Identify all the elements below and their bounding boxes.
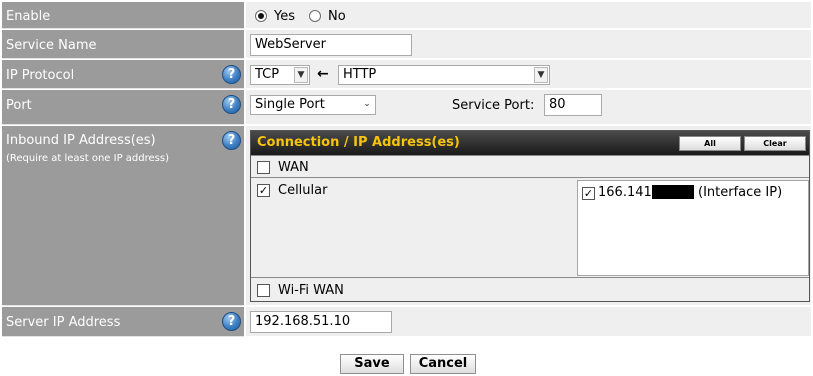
wan-label: WAN (278, 160, 309, 175)
server-ip-help-icon[interactable]: ? (222, 312, 241, 331)
ip-protocol-label: IP Protocol (6, 68, 75, 83)
port-type-select[interactable]: Single Port ⌄ (250, 95, 376, 115)
connection-table-header: Connection / IP Address(es) All Clear (251, 131, 809, 155)
inbound-label-cell: Inbound IP Address(es) (Require at least… (2, 126, 244, 306)
service-name-label: Service Name (6, 38, 97, 53)
server-ip-label: Server IP Address (6, 315, 121, 330)
connection-row-wan: WAN (251, 155, 809, 178)
protocol-select[interactable]: TCP ▼ (250, 65, 310, 85)
wifi-wan-checkbox[interactable] (257, 284, 270, 297)
service-port-label: Service Port: (452, 98, 535, 113)
save-button[interactable]: Save (340, 354, 404, 374)
enable-row: Enable Yes No (2, 2, 811, 29)
wan-checkbox[interactable] (257, 161, 270, 174)
cellular-checkbox[interactable]: ✓ (257, 184, 270, 197)
enable-no-radio[interactable] (309, 10, 321, 22)
server-ip-value-cell: 192.168.51.10 (246, 307, 811, 337)
ip-protocol-row: IP Protocol ? TCP ▼ ← HTTP ▼ (2, 60, 811, 89)
service-port-input[interactable]: 80 (544, 94, 602, 116)
cellular-ip-checkbox[interactable]: ✓ (582, 187, 595, 200)
protocol-preset-value: HTTP (343, 67, 377, 82)
service-name-label-cell: Service Name (2, 30, 244, 59)
port-type-value: Single Port (255, 97, 325, 112)
protocol-select-value: TCP (255, 67, 280, 82)
port-help-icon[interactable]: ? (222, 95, 241, 114)
enable-label-cell: Enable (2, 2, 244, 29)
ip-protocol-help-icon[interactable]: ? (222, 65, 241, 84)
interface-ip-label: (Interface IP) (698, 185, 783, 200)
connection-table-title: Connection / IP Address(es) (257, 135, 460, 150)
inbound-sublabel: (Require at least one IP address) (6, 153, 169, 164)
chevron-down-icon: ⌄ (363, 99, 371, 109)
connection-row-cellular: ✓ Cellular ✓ 166.141. (Interface IP) (251, 177, 809, 278)
redacted-ip-block (652, 185, 694, 199)
cancel-button[interactable]: Cancel (410, 354, 476, 374)
chevron-down-icon: ▼ (294, 67, 308, 83)
enable-yes-label[interactable]: Yes (274, 9, 295, 24)
port-label-cell: Port ? (2, 90, 244, 125)
ip-protocol-label-cell: IP Protocol ? (2, 60, 244, 89)
inbound-label: Inbound IP Address(es) (6, 133, 156, 148)
server-ip-row: Server IP Address ? 192.168.51.10 (2, 307, 811, 337)
cellular-ip-list: ✓ 166.141. (Interface IP) (577, 180, 809, 276)
server-ip-input[interactable]: 192.168.51.10 (250, 311, 392, 333)
inbound-help-icon[interactable]: ? (222, 131, 241, 150)
select-all-button[interactable]: All (679, 136, 741, 151)
enable-value-cell: Yes No (246, 2, 811, 29)
connection-table: Connection / IP Address(es) All Clear WA… (250, 130, 810, 302)
connection-row-wifi-wan: Wi-Fi WAN (251, 277, 809, 302)
service-name-input[interactable]: WebServer (250, 34, 412, 56)
service-name-value-cell: WebServer (246, 30, 811, 59)
port-value-cell: Single Port ⌄ Service Port: 80 (246, 90, 811, 125)
port-label: Port (6, 98, 32, 113)
chevron-down-icon: ▼ (534, 67, 548, 83)
wifi-wan-label: Wi-Fi WAN (278, 283, 344, 298)
enable-yes-radio[interactable] (255, 10, 267, 22)
cellular-label: Cellular (278, 183, 328, 198)
clear-button[interactable]: Clear (744, 136, 806, 151)
inbound-value-cell: Connection / IP Address(es) All Clear WA… (246, 126, 811, 306)
cellular-ip-address: 166.141. (598, 185, 656, 200)
ip-protocol-value-cell: TCP ▼ ← HTTP ▼ (246, 60, 811, 89)
enable-label: Enable (6, 9, 51, 24)
server-ip-label-cell: Server IP Address ? (2, 307, 244, 337)
protocol-preset-select[interactable]: HTTP ▼ (338, 65, 550, 85)
port-row: Port ? Single Port ⌄ Service Port: 80 (2, 90, 811, 125)
service-name-row: Service Name WebServer (2, 30, 811, 59)
arrow-left-icon: ← (317, 66, 329, 82)
inbound-ip-row: Inbound IP Address(es) (Require at least… (2, 126, 811, 306)
enable-no-label[interactable]: No (328, 9, 346, 24)
